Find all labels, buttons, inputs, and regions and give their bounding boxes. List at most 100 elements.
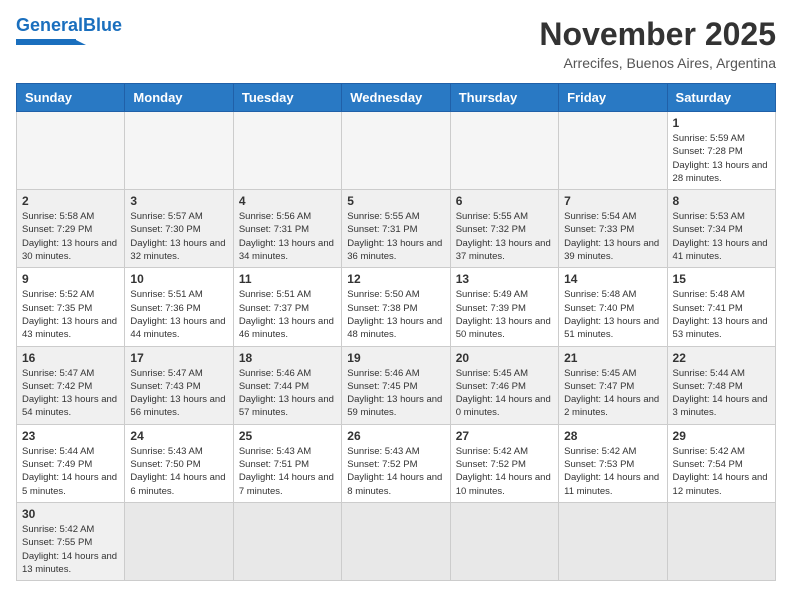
calendar-day-cell	[233, 112, 341, 190]
calendar-day-cell	[125, 112, 233, 190]
calendar-day-cell	[342, 112, 450, 190]
day-number: 26	[347, 429, 444, 443]
day-info: Sunrise: 5:52 AM Sunset: 7:35 PM Dayligh…	[22, 288, 119, 341]
calendar-day-cell: 8 Sunrise: 5:53 AM Sunset: 7:34 PM Daylig…	[667, 190, 775, 268]
calendar-day-cell: 10 Sunrise: 5:51 AM Sunset: 7:36 PM Dayli…	[125, 268, 233, 346]
day-number: 10	[130, 272, 227, 286]
day-info: Sunrise: 5:42 AM Sunset: 7:53 PM Dayligh…	[564, 445, 661, 498]
calendar-day-cell: 27 Sunrise: 5:42 AM Sunset: 7:52 PM Dayli…	[450, 424, 558, 502]
day-info: Sunrise: 5:55 AM Sunset: 7:31 PM Dayligh…	[347, 210, 444, 263]
calendar-day-cell: 20Sunrise: 5:45 AM Sunset: 7:46 PM Dayli…	[450, 346, 558, 424]
day-number: 15	[673, 272, 770, 286]
day-info: Sunrise: 5:50 AM Sunset: 7:38 PM Dayligh…	[347, 288, 444, 341]
calendar-day-cell: 25 Sunrise: 5:43 AM Sunset: 7:51 PM Dayli…	[233, 424, 341, 502]
calendar-week-row: 2 Sunrise: 5:58 AM Sunset: 7:29 PM Daylig…	[17, 190, 776, 268]
weekday-header: Saturday	[667, 84, 775, 112]
calendar-day-cell	[17, 112, 125, 190]
day-number: 17	[130, 351, 227, 365]
day-number: 13	[456, 272, 553, 286]
day-info: Sunrise: 5:44 AM Sunset: 7:48 PM Dayligh…	[673, 367, 770, 420]
calendar-day-cell: 13 Sunrise: 5:49 AM Sunset: 7:39 PM Dayli…	[450, 268, 558, 346]
day-info: Sunrise: 5:48 AM Sunset: 7:41 PM Dayligh…	[673, 288, 770, 341]
logo-general: General	[16, 15, 83, 35]
calendar-day-cell: 28 Sunrise: 5:42 AM Sunset: 7:53 PM Dayli…	[559, 424, 667, 502]
calendar-week-row: 30 Sunrise: 5:42 AM Sunset: 7:55 PM Dayli…	[17, 502, 776, 580]
day-info: Sunrise: 5:42 AM Sunset: 7:55 PM Dayligh…	[22, 523, 119, 576]
logo: GeneralBlue	[16, 16, 122, 45]
day-info: Sunrise: 5:47 AM Sunset: 7:42 PM Dayligh…	[22, 367, 119, 420]
calendar-day-cell: 7Sunrise: 5:54 AM Sunset: 7:33 PM Daylig…	[559, 190, 667, 268]
day-number: 27	[456, 429, 553, 443]
day-info: Sunrise: 5:58 AM Sunset: 7:29 PM Dayligh…	[22, 210, 119, 263]
day-number: 30	[22, 507, 119, 521]
calendar-day-cell	[125, 502, 233, 580]
day-number: 3	[130, 194, 227, 208]
day-number: 7	[564, 194, 661, 208]
calendar: SundayMondayTuesdayWednesdayThursdayFrid…	[16, 83, 776, 581]
logo-text: GeneralBlue	[16, 16, 122, 36]
day-info: Sunrise: 5:43 AM Sunset: 7:50 PM Dayligh…	[130, 445, 227, 498]
day-info: Sunrise: 5:49 AM Sunset: 7:39 PM Dayligh…	[456, 288, 553, 341]
day-info: Sunrise: 5:56 AM Sunset: 7:31 PM Dayligh…	[239, 210, 336, 263]
day-info: Sunrise: 5:51 AM Sunset: 7:36 PM Dayligh…	[130, 288, 227, 341]
calendar-day-cell: 24Sunrise: 5:43 AM Sunset: 7:50 PM Dayli…	[125, 424, 233, 502]
calendar-day-cell: 11Sunrise: 5:51 AM Sunset: 7:37 PM Dayli…	[233, 268, 341, 346]
calendar-day-cell	[559, 502, 667, 580]
weekday-row: SundayMondayTuesdayWednesdayThursdayFrid…	[17, 84, 776, 112]
day-number: 9	[22, 272, 119, 286]
day-info: Sunrise: 5:44 AM Sunset: 7:49 PM Dayligh…	[22, 445, 119, 498]
calendar-day-cell: 14Sunrise: 5:48 AM Sunset: 7:40 PM Dayli…	[559, 268, 667, 346]
day-number: 29	[673, 429, 770, 443]
calendar-day-cell: 9 Sunrise: 5:52 AM Sunset: 7:35 PM Daylig…	[17, 268, 125, 346]
day-number: 22	[673, 351, 770, 365]
month-title: November 2025	[539, 16, 776, 53]
calendar-day-cell	[342, 502, 450, 580]
day-number: 16	[22, 351, 119, 365]
calendar-day-cell: 16 Sunrise: 5:47 AM Sunset: 7:42 PM Dayli…	[17, 346, 125, 424]
weekday-header: Wednesday	[342, 84, 450, 112]
day-info: Sunrise: 5:53 AM Sunset: 7:34 PM Dayligh…	[673, 210, 770, 263]
day-number: 1	[673, 116, 770, 130]
day-number: 4	[239, 194, 336, 208]
day-info: Sunrise: 5:55 AM Sunset: 7:32 PM Dayligh…	[456, 210, 553, 263]
calendar-day-cell: 2 Sunrise: 5:58 AM Sunset: 7:29 PM Daylig…	[17, 190, 125, 268]
calendar-day-cell: 1 Sunrise: 5:59 AM Sunset: 7:28 PM Daylig…	[667, 112, 775, 190]
calendar-day-cell: 29 Sunrise: 5:42 AM Sunset: 7:54 PM Dayli…	[667, 424, 775, 502]
calendar-day-cell: 22 Sunrise: 5:44 AM Sunset: 7:48 PM Dayli…	[667, 346, 775, 424]
day-info: Sunrise: 5:48 AM Sunset: 7:40 PM Dayligh…	[564, 288, 661, 341]
location: Arrecifes, Buenos Aires, Argentina	[539, 55, 776, 71]
calendar-day-cell: 3Sunrise: 5:57 AM Sunset: 7:30 PM Daylig…	[125, 190, 233, 268]
day-number: 8	[673, 194, 770, 208]
day-number: 6	[456, 194, 553, 208]
logo-triangle-icon	[74, 39, 86, 45]
day-number: 25	[239, 429, 336, 443]
calendar-day-cell: 26Sunrise: 5:43 AM Sunset: 7:52 PM Dayli…	[342, 424, 450, 502]
weekday-header: Thursday	[450, 84, 558, 112]
calendar-day-cell: 21 Sunrise: 5:45 AM Sunset: 7:47 PM Dayli…	[559, 346, 667, 424]
day-info: Sunrise: 5:47 AM Sunset: 7:43 PM Dayligh…	[130, 367, 227, 420]
header: GeneralBlue November 2025 Arrecifes, Bue…	[16, 16, 776, 71]
day-info: Sunrise: 5:43 AM Sunset: 7:51 PM Dayligh…	[239, 445, 336, 498]
weekday-header: Friday	[559, 84, 667, 112]
day-number: 20	[456, 351, 553, 365]
day-number: 12	[347, 272, 444, 286]
calendar-day-cell	[233, 502, 341, 580]
day-info: Sunrise: 5:42 AM Sunset: 7:54 PM Dayligh…	[673, 445, 770, 498]
day-number: 2	[22, 194, 119, 208]
day-info: Sunrise: 5:45 AM Sunset: 7:47 PM Dayligh…	[564, 367, 661, 420]
calendar-header: SundayMondayTuesdayWednesdayThursdayFrid…	[17, 84, 776, 112]
day-number: 21	[564, 351, 661, 365]
calendar-day-cell: 19Sunrise: 5:46 AM Sunset: 7:45 PM Dayli…	[342, 346, 450, 424]
weekday-header: Monday	[125, 84, 233, 112]
logo-bar	[16, 39, 76, 45]
calendar-day-cell: 17 Sunrise: 5:47 AM Sunset: 7:43 PM Dayli…	[125, 346, 233, 424]
day-number: 28	[564, 429, 661, 443]
day-info: Sunrise: 5:42 AM Sunset: 7:52 PM Dayligh…	[456, 445, 553, 498]
day-number: 11	[239, 272, 336, 286]
day-info: Sunrise: 5:59 AM Sunset: 7:28 PM Dayligh…	[673, 132, 770, 185]
day-info: Sunrise: 5:46 AM Sunset: 7:45 PM Dayligh…	[347, 367, 444, 420]
calendar-week-row: 9 Sunrise: 5:52 AM Sunset: 7:35 PM Daylig…	[17, 268, 776, 346]
day-number: 5	[347, 194, 444, 208]
calendar-day-cell: 12 Sunrise: 5:50 AM Sunset: 7:38 PM Dayli…	[342, 268, 450, 346]
calendar-day-cell: 23Sunrise: 5:44 AM Sunset: 7:49 PM Dayli…	[17, 424, 125, 502]
